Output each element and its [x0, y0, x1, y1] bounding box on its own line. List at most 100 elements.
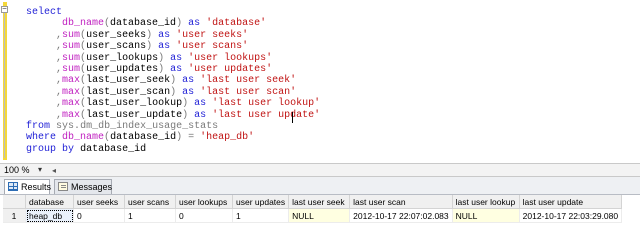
cell-user-updates[interactable]: 1 — [232, 208, 290, 223]
code-line[interactable]: where db_name(database_id) = 'heap_db' — [26, 132, 320, 143]
code-token: last_user_lookup — [86, 98, 183, 110]
code-line[interactable]: ,sum(user_lookups) as 'user lookups' — [26, 53, 320, 64]
code-token: 'heap_db' — [200, 132, 255, 144]
zoom-bar: 100 % ▾ ◂ — [0, 163, 640, 177]
zoom-level[interactable]: 100 % — [4, 165, 30, 175]
header-row: database user seeks user scans user look… — [3, 195, 623, 209]
code-token: db_name — [62, 18, 105, 30]
code-token: sum — [62, 41, 81, 53]
code-token: from — [26, 120, 51, 132]
column-header-database[interactable]: database — [25, 195, 74, 209]
code-token: dm_db_index_usage_stats — [80, 120, 219, 132]
code-token: 'last user seek' — [200, 75, 297, 87]
code-token: as — [158, 29, 171, 41]
code-token: as — [170, 63, 183, 75]
grid-corner[interactable] — [3, 195, 26, 209]
code-token: 'last user lookup' — [212, 98, 321, 110]
collapse-icon[interactable]: − — [1, 6, 8, 14]
code-token: sum — [62, 63, 81, 75]
scroll-left-icon[interactable]: ◂ — [52, 166, 56, 175]
code-token: as — [194, 109, 207, 121]
code-token: user_lookups — [86, 52, 159, 64]
code-token: database_id — [80, 143, 147, 155]
column-header-last-user-update[interactable]: last user update — [519, 195, 623, 209]
code-token: max — [62, 86, 81, 98]
column-header-last-user-scan[interactable]: last user scan — [349, 195, 453, 209]
messages-icon — [58, 182, 68, 191]
code-line[interactable]: ,max(last_user_lookup) as 'last user loo… — [26, 98, 320, 109]
code-token: sys — [56, 120, 75, 132]
code-line[interactable]: group by database_id — [26, 144, 320, 155]
code-line[interactable]: ,max(last_user_update) as 'last user upd… — [26, 110, 320, 121]
outline-line — [4, 13, 5, 158]
tab-results-label: Results — [21, 182, 52, 192]
code-line[interactable]: ,sum(user_seeks) as 'user seeks' — [26, 30, 320, 41]
code-line[interactable]: ,sum(user_updates) as 'user updates' — [26, 64, 320, 75]
code-token: db_name — [62, 132, 105, 144]
column-header-user-scans[interactable]: user scans — [124, 195, 176, 209]
sql-code[interactable]: select db_name(database_id) as 'database… — [26, 7, 320, 155]
cell-user-seeks[interactable]: 0 — [73, 208, 125, 223]
text-cursor — [292, 112, 293, 123]
column-header-user-seeks[interactable]: user seeks — [73, 195, 125, 209]
code-token: as — [182, 86, 195, 98]
tab-messages[interactable]: Messages — [54, 179, 112, 194]
editor-gutter: − — [0, 0, 8, 162]
cell-last-user-seek[interactable]: NULL — [288, 208, 351, 223]
code-token: user_updates — [86, 63, 159, 75]
cell-database[interactable]: heap_db — [25, 208, 74, 223]
code-token: max — [62, 75, 81, 87]
column-header-user-updates[interactable]: user updates — [232, 195, 290, 209]
code-token: group — [26, 143, 57, 155]
code-token: last_user_update — [86, 109, 183, 121]
code-token: 'user updates' — [188, 63, 273, 75]
chevron-down-icon[interactable]: ▾ — [38, 165, 42, 174]
code-token: user_seeks — [86, 29, 147, 41]
code-token: user_scans — [86, 41, 147, 53]
cell-user-lookups[interactable]: 0 — [175, 208, 233, 223]
code-token: 'user seeks' — [176, 29, 249, 41]
cell-last-user-lookup[interactable]: NULL — [452, 208, 520, 223]
code-token: last_user_scan — [86, 86, 171, 98]
row-number[interactable]: 1 — [3, 208, 26, 223]
code-token: 'last user update' — [212, 109, 321, 121]
cell-last-user-scan[interactable]: 2012-10-17 22:07:02.083 — [349, 208, 453, 223]
code-line[interactable]: db_name(database_id) as 'database' — [26, 18, 320, 29]
tab-results[interactable]: Results — [4, 179, 52, 194]
code-token: database_id — [110, 18, 177, 30]
code-token: by — [62, 143, 75, 155]
code-token: as — [182, 75, 195, 87]
code-token: sum — [62, 29, 81, 41]
results-table: database user seeks user scans user look… — [3, 195, 623, 223]
code-line[interactable]: from sys.dm_db_index_usage_stats — [26, 121, 320, 132]
code-token: 'database' — [206, 18, 267, 30]
code-token: last_user_seek — [86, 75, 171, 87]
code-token: where — [26, 132, 57, 144]
code-line[interactable]: select — [26, 7, 320, 18]
code-line[interactable]: ,max(last_user_seek) as 'last user seek' — [26, 75, 320, 86]
query-editor[interactable]: − select db_name(database_id) as 'databa… — [0, 0, 640, 162]
table-row[interactable]: 1 heap_db 0 1 0 1 NULL 2012-10-17 22:07:… — [3, 208, 623, 223]
results-tab-strip: Results Messages — [0, 177, 640, 195]
code-token: max — [62, 98, 81, 110]
cell-last-user-update[interactable]: 2012-10-17 22:03:29.080 — [519, 208, 623, 223]
column-header-last-user-seek[interactable]: last user seek — [288, 195, 351, 209]
code-line[interactable]: ,max(last_user_scan) as 'last user scan' — [26, 87, 320, 98]
code-token: max — [62, 109, 81, 121]
code-token: as — [194, 98, 207, 110]
cell-user-scans[interactable]: 1 — [124, 208, 176, 223]
code-token: as — [158, 41, 171, 53]
code-token: sum — [62, 52, 81, 64]
column-header-last-user-lookup[interactable]: last user lookup — [452, 195, 520, 209]
results-grid[interactable]: database user seeks user scans user look… — [0, 195, 640, 244]
code-line[interactable]: ,sum(user_scans) as 'user scans' — [26, 41, 320, 52]
column-header-user-lookups[interactable]: user lookups — [175, 195, 233, 209]
